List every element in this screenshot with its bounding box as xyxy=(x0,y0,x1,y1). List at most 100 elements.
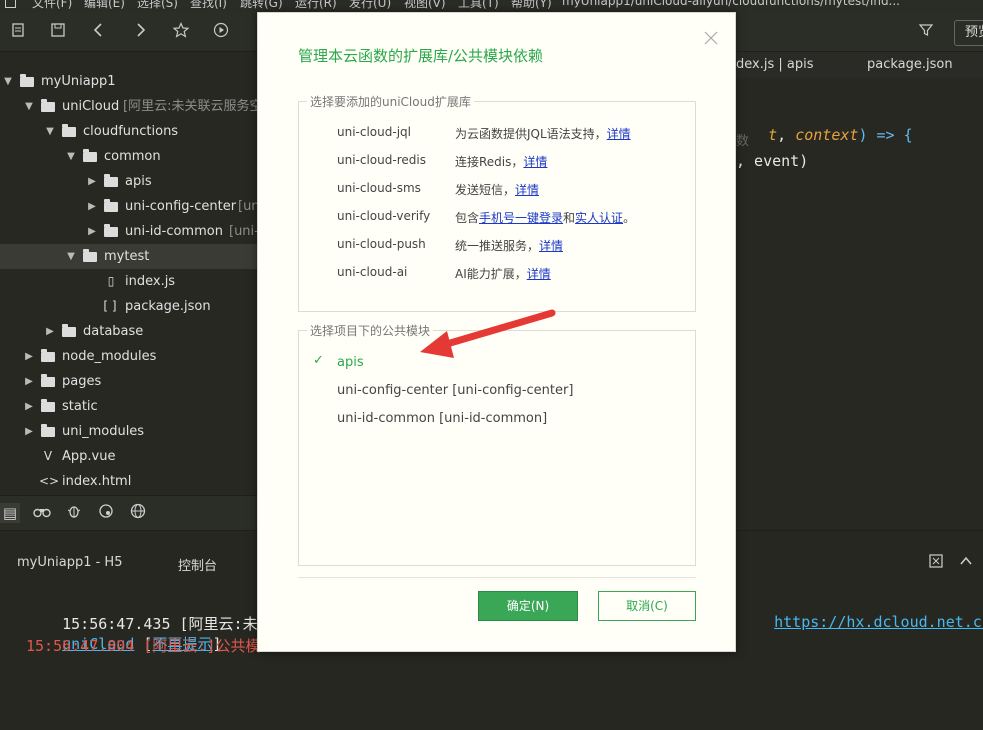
menu-edit[interactable]: 编辑(E) xyxy=(84,0,125,11)
details-link[interactable]: 详情 xyxy=(515,183,539,197)
chevron-right-icon[interactable]: ▶ xyxy=(86,169,98,194)
details-link[interactable]: 详情 xyxy=(539,239,563,253)
module-row-uni-config-center[interactable]: uni-config-center [uni-config-center] xyxy=(337,383,573,398)
module-row-uni-id-common[interactable]: uni-id-common [uni-id-common] xyxy=(337,411,547,426)
tree-item-mytest[interactable]: ▼ mytest xyxy=(0,244,258,269)
dependency-dialog: 管理本云函数的扩展库/公共模块依赖 选择要添加的uniCloud扩展库 uni-… xyxy=(257,12,736,652)
folder-icon xyxy=(62,124,76,137)
filter-icon[interactable] xyxy=(916,22,936,42)
forward-icon[interactable] xyxy=(130,22,150,42)
chevron-down-icon[interactable]: ▼ xyxy=(44,119,56,144)
details-link[interactable]: 详情 xyxy=(527,267,551,281)
chevron-up-icon[interactable] xyxy=(956,553,976,573)
tree-item-common[interactable]: ▼ common xyxy=(0,144,258,169)
project-manager-icon[interactable]: ▤ xyxy=(0,503,20,523)
folder-icon xyxy=(20,74,34,87)
console-url-link[interactable]: https://hx.dcloud.net.cn/cl xyxy=(738,595,983,649)
folder-icon xyxy=(83,149,97,162)
tree-item-static[interactable]: ▶ static xyxy=(0,394,258,419)
tree-item-label: common xyxy=(104,149,161,164)
tree-item-index-html[interactable]: <> index.html xyxy=(0,469,258,494)
menu-view[interactable]: 视图(V) xyxy=(404,0,446,11)
tree-item-label: index.html xyxy=(62,474,132,489)
new-file-icon[interactable] xyxy=(8,22,28,42)
dialog-title: 管理本云函数的扩展库/公共模块依赖 xyxy=(298,47,544,65)
cancel-button[interactable]: 取消(C) xyxy=(598,591,696,621)
tree-item-pages[interactable]: ▶ pages xyxy=(0,369,258,394)
tree-item-index-js[interactable]: ▯ index.js xyxy=(0,269,258,294)
tree-item-cloudfunctions[interactable]: ▼ cloudfunctions xyxy=(0,119,258,144)
save-icon[interactable] xyxy=(48,22,68,42)
tree-item-package-json[interactable]: [ ] package.json xyxy=(0,294,258,319)
back-icon[interactable] xyxy=(89,22,109,42)
project-tree: ▼ myUniapp1 ▼ uniCloud [阿里云:未关联云服务空间 ▼ c… xyxy=(0,52,275,495)
star-icon[interactable] xyxy=(171,22,191,42)
close-icon[interactable] xyxy=(702,29,720,47)
chevron-down-icon[interactable]: ▼ xyxy=(23,94,35,119)
tree-item-label: apis xyxy=(125,174,152,189)
tree-item-apis[interactable]: ▶ apis xyxy=(0,169,258,194)
tree-item-myuniapp1[interactable]: ▼ myUniapp1 xyxy=(0,69,258,94)
chevron-right-icon[interactable]: ▶ xyxy=(23,419,35,444)
clear-console-icon[interactable] xyxy=(926,553,946,573)
chevron-right-icon[interactable]: ▶ xyxy=(23,344,35,369)
details-link[interactable]: 详情 xyxy=(523,155,547,169)
folder-icon xyxy=(41,374,55,387)
details-link[interactable]: 详情 xyxy=(607,127,631,141)
chevron-right-icon[interactable]: ▶ xyxy=(23,394,35,419)
chevron-down-icon[interactable]: ▼ xyxy=(2,69,14,94)
tree-item-label: node_modules xyxy=(62,349,157,364)
tab-console-h5[interactable]: myUniapp1 - H5 xyxy=(17,555,122,570)
code-line-3: , event) xyxy=(736,152,809,170)
preview-button[interactable]: 预览 xyxy=(954,20,983,46)
tree-item-uni-modules[interactable]: ▶ uni_modules xyxy=(0,419,258,444)
tree-item-node-modules[interactable]: ▶ node_modules xyxy=(0,344,258,369)
chevron-right-icon[interactable]: ▶ xyxy=(23,369,35,394)
menu-bar: 文件(F) 编辑(E) 选择(S) 查找(I) 跳转(G) 运行(R) 发行(U… xyxy=(0,0,983,12)
binoculars-icon[interactable] xyxy=(32,503,52,523)
module-row-apis[interactable]: apis xyxy=(337,355,364,370)
tree-item-uni-id-common[interactable]: ▶ uni-id-common [uni-i xyxy=(0,219,262,244)
bug-icon[interactable] xyxy=(64,503,84,523)
window-title: myUniapp1/uniCloud-aliyun/cloudfunctions… xyxy=(562,0,900,8)
menu-file[interactable]: 文件(F) xyxy=(32,0,72,11)
tree-item-label: App.vue xyxy=(62,449,116,464)
tree-item-label: myUniapp1 xyxy=(41,74,116,89)
git-icon[interactable] xyxy=(96,503,116,523)
tree-item-label: uni_modules xyxy=(62,424,145,439)
tree-item-database[interactable]: ▶ database xyxy=(0,319,258,344)
html-file-icon: <> xyxy=(39,474,60,488)
tab-index-js-apis[interactable]: dex.js | apis xyxy=(736,52,841,78)
vue-file-icon: V xyxy=(43,449,53,463)
tree-item-app-vue[interactable]: V App.vue xyxy=(0,444,258,469)
chevron-right-icon[interactable]: ▶ xyxy=(44,319,56,344)
menu-select[interactable]: 选择(S) xyxy=(137,0,178,11)
folder-icon xyxy=(62,324,76,337)
real-name-auth-link[interactable]: 实人认证 xyxy=(575,211,623,225)
tree-item-annotation: [阿里云:未关联云服务空间 xyxy=(123,99,276,114)
code-line-2: 数 xyxy=(736,134,750,149)
js-file-icon: ▯ xyxy=(107,274,115,288)
chevron-right-icon[interactable]: ▶ xyxy=(86,219,98,244)
chevron-down-icon[interactable]: ▼ xyxy=(65,144,77,169)
tab-console[interactable]: 控制台 xyxy=(178,555,217,574)
one-click-login-link[interactable]: 手机号一键登录 xyxy=(479,211,563,225)
menu-tools[interactable]: 工具(T) xyxy=(458,0,499,11)
module-group-title: 选择项目下的公共模块 xyxy=(307,322,434,339)
tree-item-uni-config-center[interactable]: ▶ uni-config-center [un xyxy=(0,194,260,219)
tree-item-unicloud[interactable]: ▼ uniCloud [阿里云:未关联云服务空间 xyxy=(0,94,275,119)
menu-goto[interactable]: 跳转(G) xyxy=(240,0,283,11)
chevron-right-icon[interactable]: ▶ xyxy=(86,194,98,219)
run-icon[interactable] xyxy=(211,22,231,42)
chevron-down-icon[interactable]: ▼ xyxy=(65,244,77,269)
menu-publish[interactable]: 发行(U) xyxy=(349,0,391,11)
confirm-button[interactable]: 确定(N) xyxy=(478,591,578,621)
tree-item-label: uni-id-common xyxy=(125,224,223,239)
tree-item-label: mytest xyxy=(104,249,150,264)
globe-icon[interactable] xyxy=(128,503,148,523)
tab-package-json[interactable]: package.json xyxy=(867,52,953,78)
menu-run[interactable]: 运行(R) xyxy=(295,0,337,11)
module-group: 选择项目下的公共模块 ✓ apis uni-config-center [uni… xyxy=(298,322,696,566)
menu-find[interactable]: 查找(I) xyxy=(190,0,227,11)
menu-help[interactable]: 帮助(Y) xyxy=(511,0,552,11)
